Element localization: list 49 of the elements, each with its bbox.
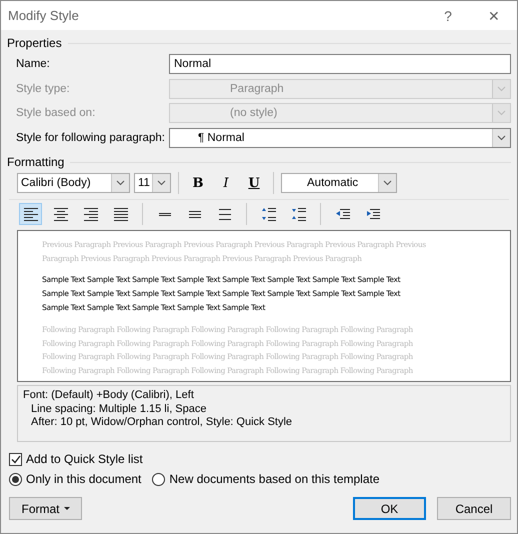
color-dropdown[interactable]: Automatic bbox=[281, 173, 397, 193]
checkbox[interactable] bbox=[9, 452, 22, 466]
dropdown[interactable]: ¶ Normal bbox=[169, 128, 511, 148]
chevron-icon bbox=[497, 86, 506, 92]
field-label: Style based on: bbox=[16, 107, 96, 120]
space-less-icon bbox=[292, 208, 306, 220]
radio-button[interactable] bbox=[9, 472, 22, 486]
group-heading: Formatting bbox=[7, 155, 64, 169]
radio-label: New documents based on this template bbox=[169, 472, 380, 486]
radio-button[interactable] bbox=[152, 472, 166, 486]
description-text: After: 10 pt, Widow/Orphan control, Style: Quick Style bbox=[30, 416, 294, 430]
description-text: Font: (Default) +Body (Calibri), Left bbox=[23, 389, 195, 402]
input-field[interactable]: Normal bbox=[169, 54, 511, 74]
chevron-icon bbox=[157, 180, 166, 186]
chevron-icon bbox=[497, 110, 506, 116]
window-title: Modify Style bbox=[8, 8, 80, 23]
double-icon bbox=[218, 208, 230, 220]
align-right-icon bbox=[84, 208, 98, 220]
paragraph-format-button[interactable] bbox=[19, 203, 42, 225]
field-label: Style for following paragraph: bbox=[16, 132, 166, 144]
justify-icon bbox=[114, 208, 128, 220]
check-icon bbox=[10, 454, 20, 464]
checkbox-label: Add to Quick Style list bbox=[26, 452, 143, 466]
space-more-icon bbox=[262, 208, 276, 220]
help-button[interactable]: ? bbox=[425, 1, 471, 30]
italic-button[interactable]: I bbox=[214, 172, 238, 194]
align-left-icon bbox=[24, 208, 38, 220]
radio-label: Only in this document bbox=[26, 472, 142, 486]
size-dropdown[interactable]: 11 bbox=[134, 173, 171, 193]
bold-button[interactable]: B bbox=[186, 172, 210, 194]
chevron-icon bbox=[116, 180, 125, 186]
chevron-icon bbox=[383, 180, 392, 186]
single-icon bbox=[158, 212, 170, 216]
align-center-icon bbox=[54, 208, 68, 220]
ok-button[interactable]: OK bbox=[353, 497, 426, 520]
underline-button[interactable]: U bbox=[242, 172, 266, 194]
format-button[interactable]: Format bbox=[9, 497, 82, 520]
group-heading: Properties bbox=[7, 36, 62, 50]
field-label: Style type: bbox=[16, 82, 71, 95]
caret-icon bbox=[64, 506, 70, 510]
description-text: Line spacing: Multiple 1.15 li, Space bbox=[30, 402, 208, 416]
outdent-icon bbox=[336, 208, 350, 220]
indent-icon bbox=[366, 208, 380, 220]
field-label: Name: bbox=[16, 58, 51, 70]
chevron-icon bbox=[497, 134, 506, 141]
close-button[interactable]: ✕ bbox=[471, 1, 517, 30]
font-dropdown[interactable]: Calibri (Body) bbox=[17, 173, 130, 193]
one-half-icon bbox=[188, 210, 200, 218]
cancel-button[interactable]: Cancel bbox=[437, 497, 511, 520]
